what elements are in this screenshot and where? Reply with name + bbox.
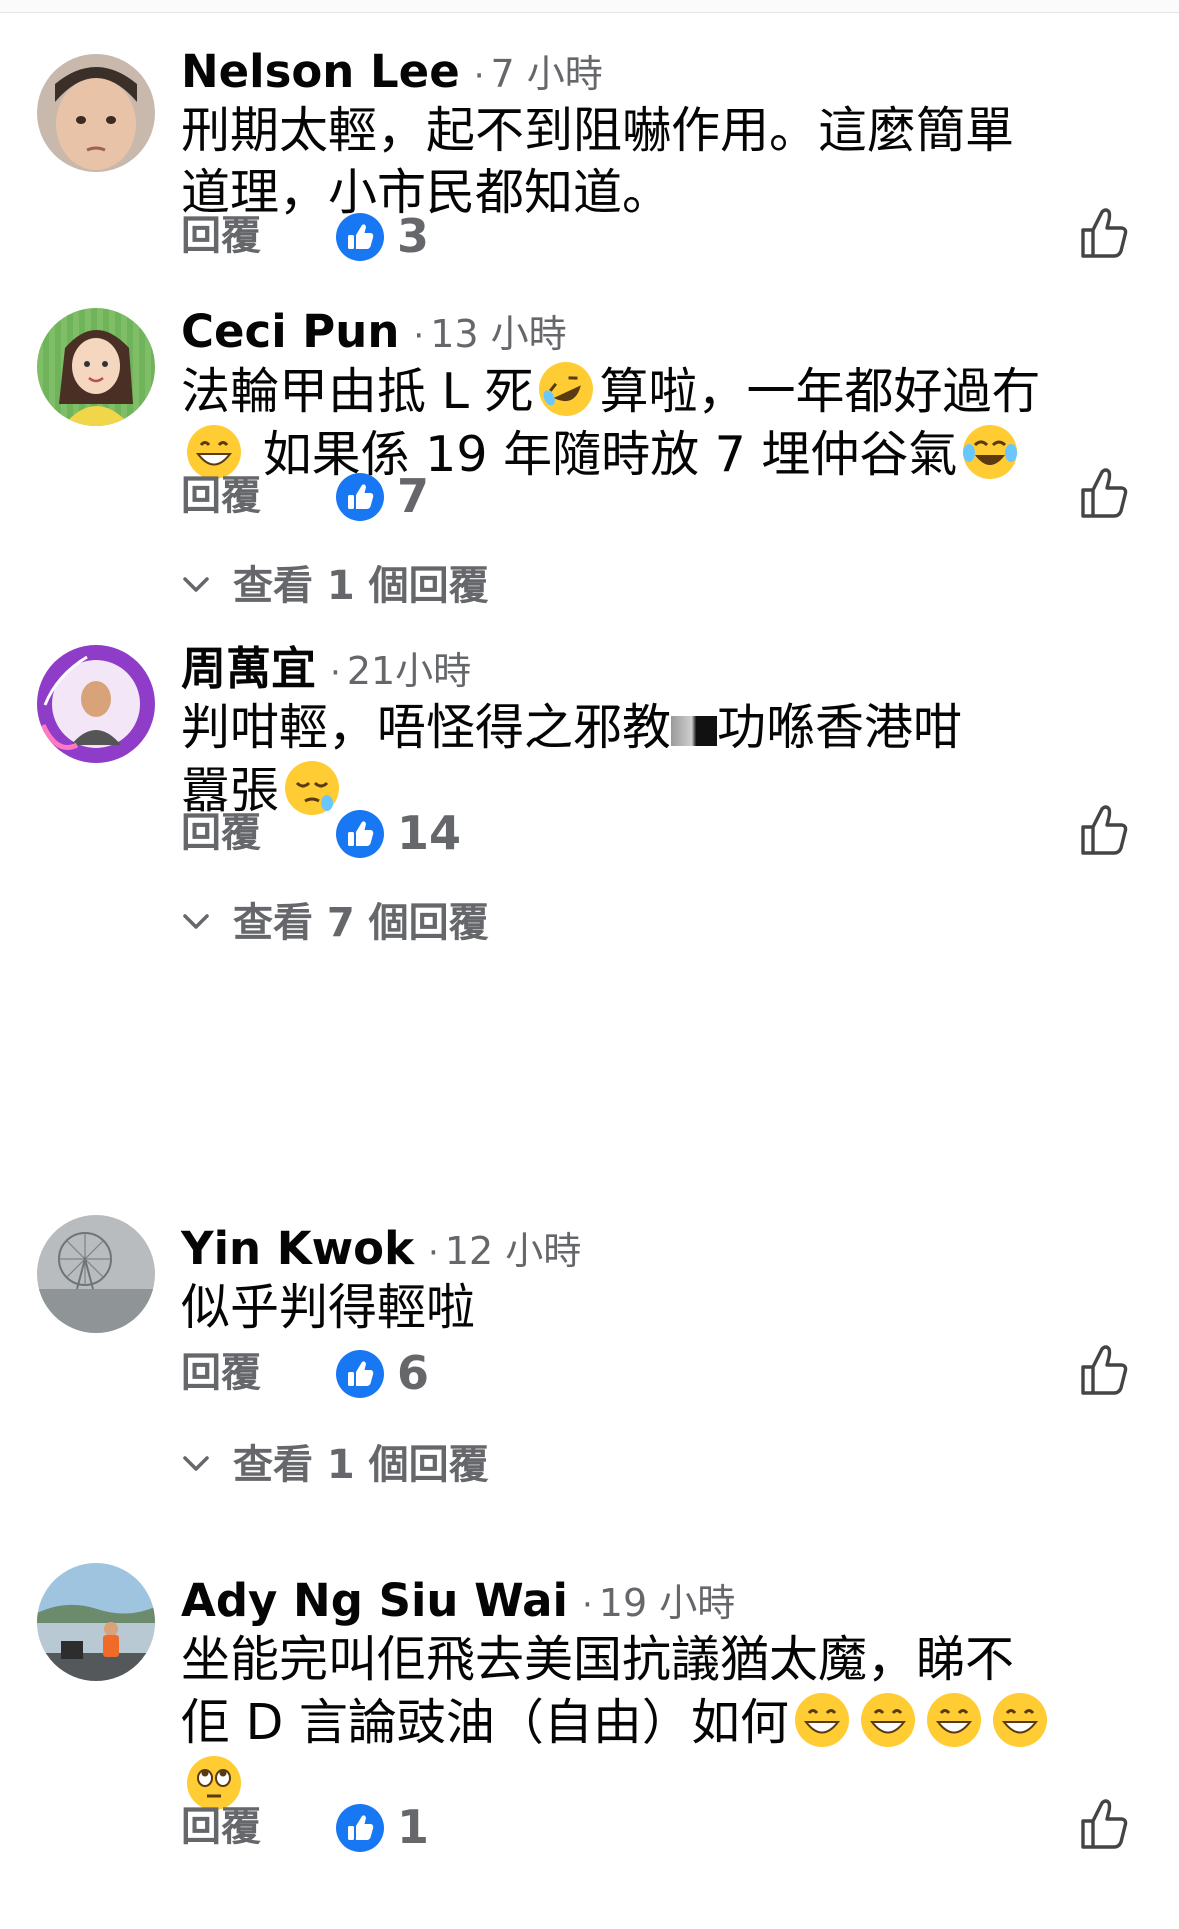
like-reaction-icon (336, 810, 384, 858)
comment-actions: 回覆 1 (181, 1797, 1141, 1857)
separator-dot: · (581, 1585, 593, 1625)
comment-line: 佢 D 言論豉油（自由）如何 (181, 1691, 1111, 1754)
chevron-down-icon (183, 914, 209, 929)
avatar[interactable] (37, 1215, 155, 1333)
top-divider (0, 0, 1179, 13)
avatar[interactable] (37, 645, 155, 763)
view-replies-label: 查看 1 個回覆 (233, 1442, 489, 1488)
commenter-name[interactable]: 周萬宜 (181, 642, 316, 695)
view-replies-button[interactable]: 查看 7 個回覆 (181, 893, 489, 953)
rofl-emoji-icon (539, 362, 594, 416)
comment-text: 坐能完叫佢飛去美国抗議猶太魔，睇不 佢 D 言論豉油（自由）如何 (181, 1629, 1111, 1817)
like-reaction-icon (336, 213, 384, 261)
comment-line: 似乎判得輕啦 (181, 1279, 476, 1336)
like-count: 7 (397, 469, 430, 523)
commenter-name[interactable]: Ady Ng Siu Wai (181, 1574, 568, 1627)
view-replies-label: 查看 1 個回覆 (233, 563, 489, 609)
separator-dot: · (473, 56, 485, 96)
comment-line: 法輪甲由抵 L 死算啦，一年都好過冇 (181, 360, 1111, 423)
chevron-down-icon (183, 1456, 209, 1471)
view-replies-button[interactable]: 查看 1 個回覆 (181, 556, 489, 616)
like-button-icon[interactable] (1079, 206, 1129, 260)
reply-button[interactable]: 回覆 (181, 1797, 261, 1857)
comment-time[interactable]: 7 小時 (491, 52, 603, 96)
reply-button[interactable]: 回覆 (181, 206, 261, 266)
comment-time[interactable]: 21小時 (347, 649, 471, 693)
avatar[interactable] (37, 54, 155, 172)
like-button-icon[interactable] (1079, 803, 1129, 857)
like-reaction-icon (336, 473, 384, 521)
grin-emoji-icon (926, 1693, 981, 1747)
comment-time[interactable]: 13 小時 (430, 312, 566, 356)
comment-time[interactable]: 19 小時 (599, 1581, 735, 1625)
like-button-icon[interactable] (1079, 466, 1129, 520)
comment-text: 似乎判得輕啦 (181, 1277, 1111, 1339)
like-reaction-icon (336, 1804, 384, 1852)
avatar[interactable] (37, 308, 155, 426)
comment-line: 坐能完叫佢飛去美国抗議猶太魔，睇不 (181, 1631, 1015, 1688)
comment-line: 判咁輕，唔怪得之邪教 功喺香港咁 (181, 699, 963, 756)
commenter-name[interactable]: Yin Kwok (181, 1222, 414, 1275)
separator-dot: · (413, 316, 425, 356)
reply-button[interactable]: 回覆 (181, 466, 261, 526)
grin-emoji-icon (992, 1693, 1047, 1747)
reply-button[interactable]: 回覆 (181, 1343, 261, 1403)
comment-actions: 回覆 6 (181, 1343, 1141, 1403)
like-count: 1 (397, 1800, 430, 1854)
commenter-name[interactable]: Nelson Lee (181, 45, 460, 98)
chevron-down-icon (183, 577, 209, 592)
reply-button[interactable]: 回覆 (181, 803, 261, 863)
commenter-name[interactable]: Ceci Pun (181, 305, 399, 358)
grin-emoji-icon (860, 1693, 915, 1747)
comment-actions: 回覆 14 (181, 803, 1141, 863)
like-reaction-icon (336, 1350, 384, 1398)
comment-actions: 回覆 7 (181, 466, 1141, 526)
comment-line: 刑期太輕，起不到阻嚇作用。這麼簡單 (181, 102, 1015, 159)
avatar[interactable] (37, 1563, 155, 1681)
like-count: 6 (397, 1346, 430, 1400)
like-count: 14 (397, 806, 462, 860)
like-count: 3 (397, 209, 430, 263)
like-button-icon[interactable] (1079, 1343, 1129, 1397)
separator-dot: · (428, 1233, 439, 1273)
comment-time[interactable]: 12 小時 (445, 1229, 581, 1273)
view-replies-label: 查看 7 個回覆 (233, 900, 489, 946)
redaction-mark (671, 716, 718, 746)
like-button-icon[interactable] (1079, 1797, 1129, 1851)
view-replies-button[interactable]: 查看 1 個回覆 (181, 1435, 489, 1495)
grin-emoji-icon (794, 1693, 849, 1747)
comment-actions: 回覆 3 (181, 206, 1141, 266)
separator-dot: · (330, 653, 341, 693)
